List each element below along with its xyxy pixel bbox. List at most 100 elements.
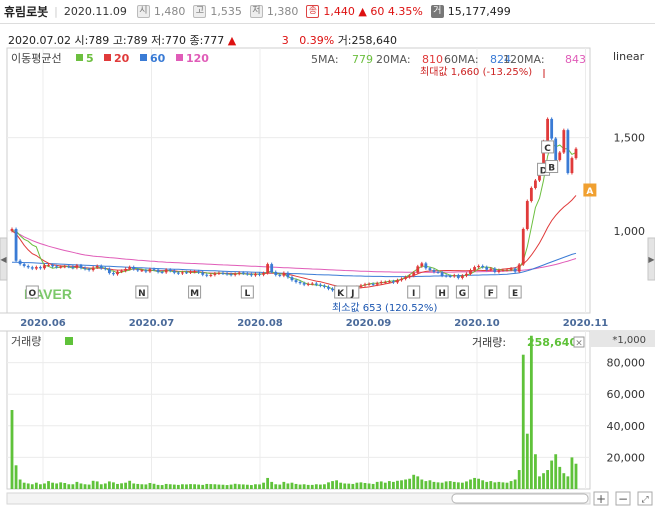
- volume-bar: [47, 481, 50, 489]
- volume-bar: [574, 463, 578, 489]
- volume-bar: [318, 484, 322, 489]
- volume-bar: [278, 484, 282, 489]
- volume-bar: [456, 482, 460, 489]
- volume-bar: [392, 481, 395, 489]
- volume-bar: [529, 335, 533, 489]
- candle-body: [245, 273, 249, 275]
- candle-body: [456, 275, 460, 278]
- candle-body: [193, 271, 196, 273]
- volume-bar: [505, 482, 509, 489]
- chevron-right-icon[interactable]: ▶: [648, 255, 655, 264]
- candle-body: [181, 272, 184, 274]
- marker-label: I: [412, 289, 415, 299]
- close-icon[interactable]: ×: [575, 339, 583, 349]
- volume-bar: [477, 478, 481, 489]
- candle-body: [156, 269, 160, 272]
- volume-bar: [460, 482, 464, 489]
- ma-legend: 5 20 60 120: [76, 52, 209, 65]
- plus-icon[interactable]: +: [596, 492, 606, 506]
- candle-body: [383, 282, 387, 284]
- volume-bar: [359, 482, 363, 489]
- candle-body: [392, 281, 395, 283]
- volume-bar: [416, 476, 420, 489]
- volume-bar: [509, 481, 513, 489]
- candle-body: [278, 274, 282, 276]
- candle-body: [440, 272, 444, 276]
- candle-body: [525, 201, 529, 230]
- candle-body: [452, 275, 456, 277]
- volume-bar: [371, 483, 375, 489]
- candle-body: [185, 272, 188, 274]
- candle-body: [517, 264, 521, 272]
- candle-body: [67, 266, 71, 268]
- volume-bar: [107, 481, 111, 489]
- volume-bar: [51, 482, 54, 489]
- volume-bar: [254, 484, 257, 489]
- volume-bar: [209, 484, 213, 489]
- candle-body: [262, 273, 265, 275]
- volume-bar: [95, 481, 99, 489]
- reset-icon[interactable]: ⤢: [640, 495, 648, 505]
- candle-body: [436, 271, 440, 273]
- volume-bar: [116, 483, 119, 489]
- volume-bar: [258, 484, 261, 489]
- volume-bar: [375, 481, 379, 489]
- y-axis-ticks: 1,500 1,000: [614, 132, 646, 238]
- x-tick-label: 2020.08: [237, 318, 283, 329]
- volume-bar: [140, 484, 144, 489]
- candle-body: [501, 270, 505, 272]
- candle-body: [367, 283, 371, 285]
- candle-body: [83, 267, 87, 269]
- candle-body: [221, 273, 225, 275]
- volume-bar: [481, 480, 485, 489]
- candle-body: [132, 267, 136, 270]
- volume-bar: [34, 482, 38, 489]
- y-tick-label: 1,500: [614, 132, 646, 145]
- volume-bar: [302, 484, 306, 489]
- candle-body: [197, 271, 201, 273]
- volume-bar: [160, 485, 164, 489]
- volume-bar: [99, 484, 103, 489]
- candle-body: [412, 272, 416, 276]
- volume-bar: [229, 484, 233, 489]
- volume-bar: [124, 482, 128, 489]
- minus-icon[interactable]: −: [618, 492, 628, 506]
- scale-mode-toggle[interactable]: linear: [613, 50, 645, 63]
- volume-bar: [290, 482, 294, 489]
- volume-bar: [424, 481, 428, 489]
- marker-label: J: [350, 289, 354, 299]
- candle-body: [416, 266, 420, 273]
- volume-bar: [152, 483, 156, 489]
- candle-body: [513, 268, 517, 272]
- candle-body: [112, 273, 115, 275]
- marker-label: E: [512, 289, 518, 299]
- ma-legend-swatch: [140, 54, 147, 61]
- chevron-left-icon[interactable]: ◀: [0, 255, 7, 264]
- candle-body: [30, 267, 34, 269]
- volume-bar: [225, 485, 229, 489]
- candle-body: [408, 275, 412, 278]
- stock-chart[interactable]: 2020.06 2020.07 2020.08 2020.09 2020.10 2020.…: [0, 0, 655, 506]
- candle-body: [396, 280, 399, 283]
- volume-bar: [428, 480, 432, 489]
- volume-bar: [14, 465, 18, 489]
- ma-legend-swatch: [76, 54, 83, 61]
- candle-body: [34, 267, 38, 269]
- volume-bar: [185, 484, 188, 489]
- volume-bar: [168, 484, 172, 489]
- volume-bar: [432, 481, 436, 489]
- candle-body: [371, 283, 375, 285]
- volume-bar: [213, 484, 217, 489]
- volume-bar: [103, 483, 107, 489]
- marker-label: O: [28, 289, 36, 299]
- volume-bar: [67, 484, 71, 489]
- volume-axis-ticks: 80,000 60,000 40,000 20,000: [607, 357, 646, 465]
- volume-bar: [363, 482, 367, 489]
- ma-legend-swatch: [104, 54, 111, 61]
- candle-body: [43, 265, 46, 269]
- volume-legend-swatch: [65, 337, 73, 345]
- candle-body: [233, 273, 237, 275]
- scrollbar-thumb[interactable]: [451, 493, 589, 504]
- volume-bar: [245, 484, 249, 489]
- candle-body: [39, 267, 42, 269]
